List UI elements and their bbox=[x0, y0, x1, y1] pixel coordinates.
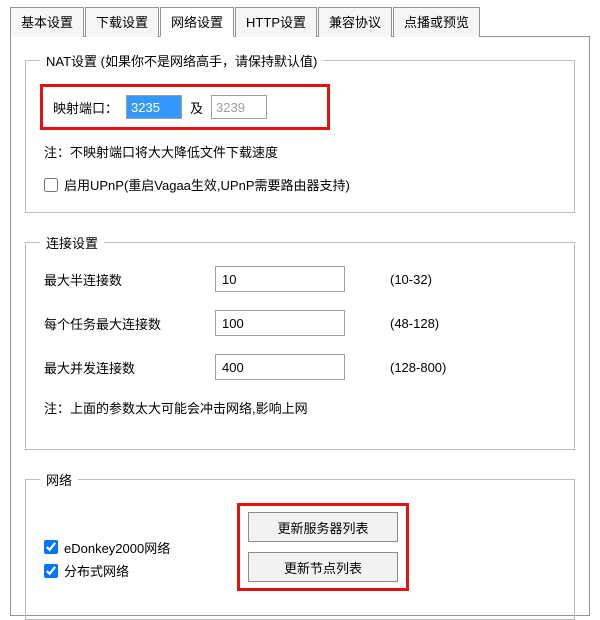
port-and: 及 bbox=[190, 98, 203, 117]
tab-download[interactable]: 下载设置 bbox=[85, 7, 159, 37]
connection-legend: 连接设置 bbox=[40, 233, 104, 252]
upnp-checkbox[interactable] bbox=[44, 178, 58, 192]
port-label: 映射端口： bbox=[53, 98, 118, 117]
port2-input[interactable] bbox=[211, 95, 267, 119]
tab-http[interactable]: HTTP设置 bbox=[235, 7, 317, 37]
update-server-list-button[interactable]: 更新服务器列表 bbox=[248, 512, 398, 542]
nat-group: NAT设置 (如果你不是网络高手，请保持默认值) 映射端口： 及 注：不映射端口… bbox=[25, 51, 575, 213]
dist-label: 分布式网络 bbox=[64, 561, 129, 580]
network-legend: 网络 bbox=[40, 470, 78, 489]
nat-legend: NAT设置 (如果你不是网络高手，请保持默认值) bbox=[40, 51, 323, 70]
nat-note: 注：不映射端口将大大降低文件下载速度 bbox=[44, 142, 560, 161]
pertask-conn-label: 每个任务最大连接数 bbox=[40, 314, 215, 333]
connection-group: 连接设置 最大半连接数 (10-32) 每个任务最大连接数 (48-128) 最… bbox=[25, 233, 575, 450]
tab-basic[interactable]: 基本设置 bbox=[10, 7, 84, 37]
pertask-conn-range: (48-128) bbox=[390, 316, 439, 331]
tab-network[interactable]: 网络设置 bbox=[160, 7, 234, 37]
concurrent-conn-label: 最大并发连接数 bbox=[40, 358, 215, 377]
update-node-list-button[interactable]: 更新节点列表 bbox=[248, 552, 398, 582]
upnp-label: 启用UPnP(重启Vagaa生效,UPnP需要路由器支持) bbox=[64, 175, 350, 194]
pertask-conn-input[interactable] bbox=[215, 310, 345, 336]
tab-compat[interactable]: 兼容协议 bbox=[318, 7, 392, 37]
concurrent-conn-range: (128-800) bbox=[390, 360, 446, 375]
ed2k-checkbox[interactable] bbox=[44, 540, 58, 554]
dist-checkbox[interactable] bbox=[44, 564, 58, 578]
tab-preview[interactable]: 点播或预览 bbox=[393, 7, 480, 37]
ed2k-label: eDonkey2000网络 bbox=[64, 538, 170, 557]
network-group: 网络 eDonkey2000网络 更新服务器列表 更新节点列表 分布式网络 bbox=[25, 470, 575, 620]
concurrent-conn-input[interactable] bbox=[215, 354, 345, 380]
half-conn-label: 最大半连接数 bbox=[40, 270, 215, 289]
tab-bar: 基本设置 下载设置 网络设置 HTTP设置 兼容协议 点播或预览 bbox=[10, 6, 590, 36]
half-conn-input[interactable] bbox=[215, 266, 345, 292]
connection-note: 注：上面的参数太大可能会冲击网络,影响上网 bbox=[44, 398, 560, 417]
tab-content: NAT设置 (如果你不是网络高手，请保持默认值) 映射端口： 及 注：不映射端口… bbox=[10, 36, 590, 616]
port-mapping-highlight: 映射端口： 及 bbox=[40, 84, 330, 130]
network-buttons-highlight: 更新服务器列表 更新节点列表 bbox=[237, 503, 409, 591]
port1-input[interactable] bbox=[126, 95, 182, 119]
half-conn-range: (10-32) bbox=[390, 272, 432, 287]
